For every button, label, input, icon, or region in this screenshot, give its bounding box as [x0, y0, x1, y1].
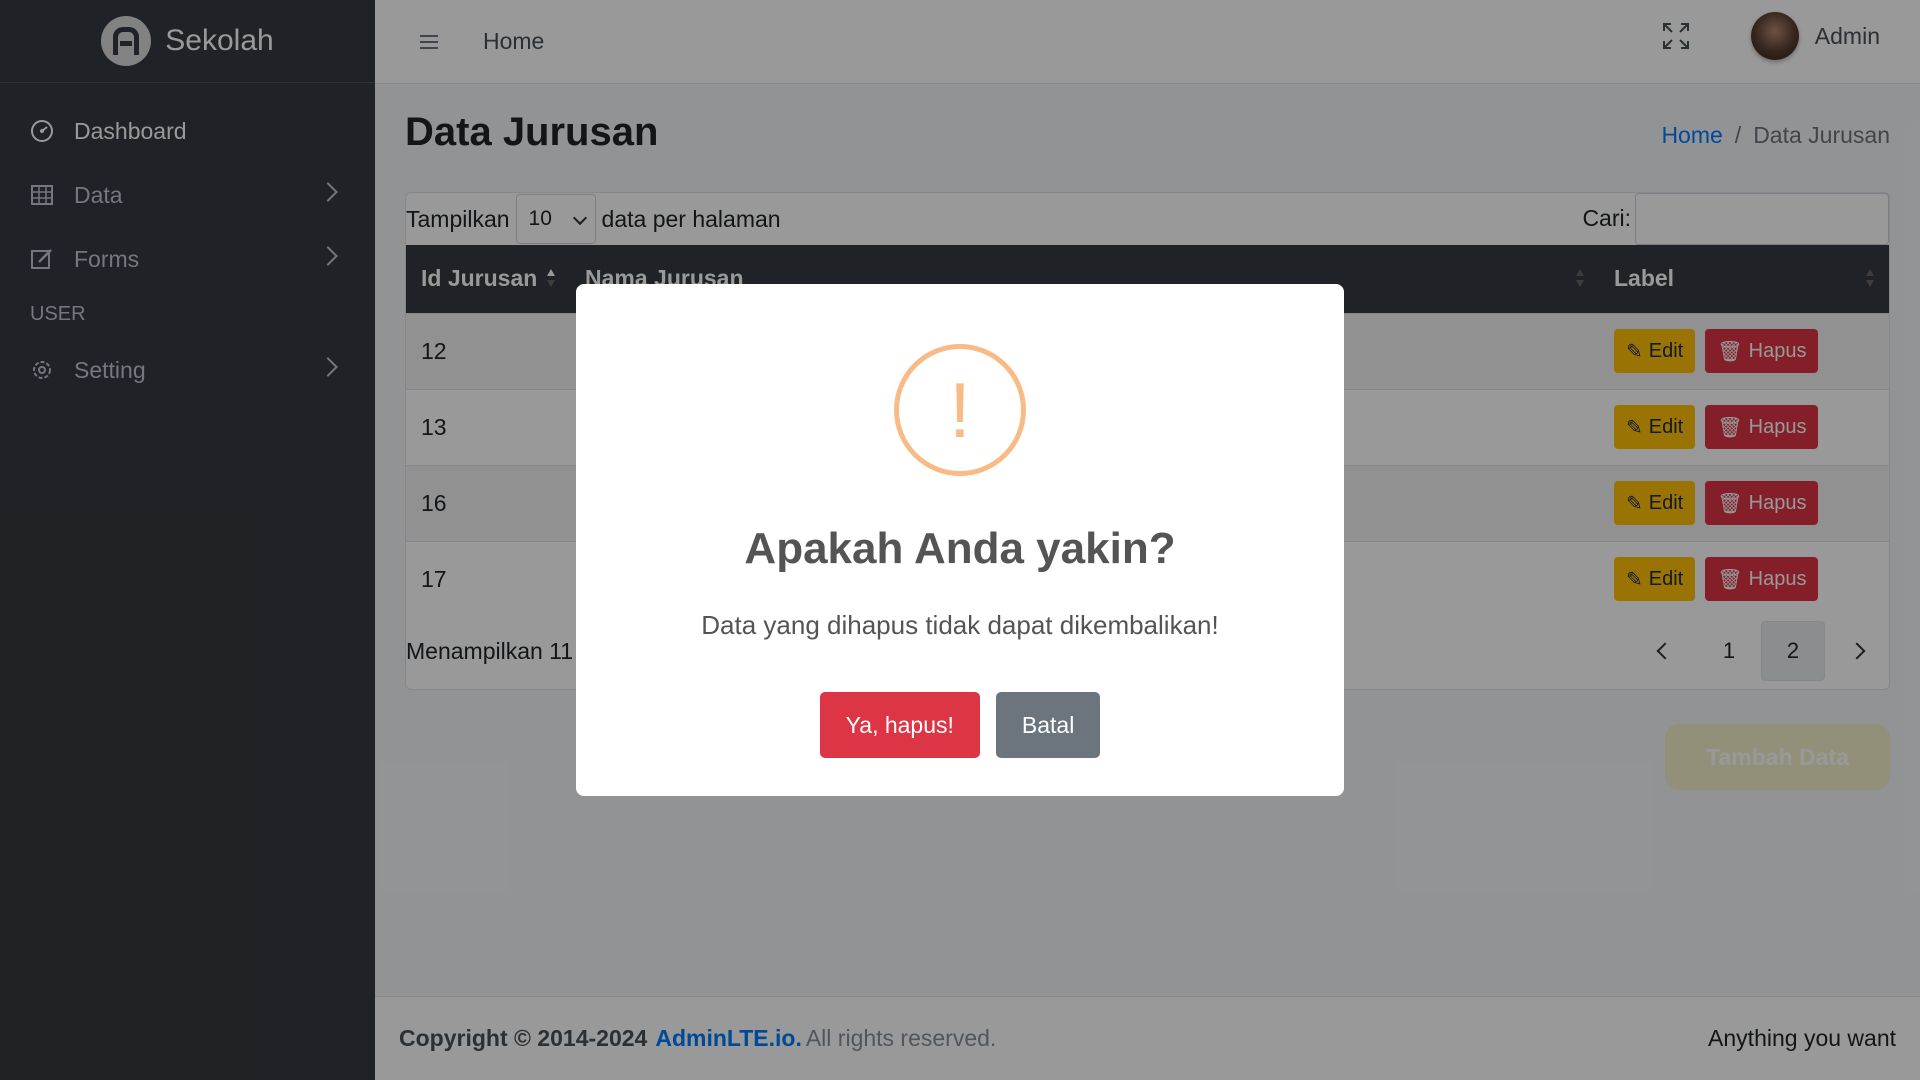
dialog-actions: Ya, hapus! Batal: [576, 692, 1344, 758]
confirm-dialog: ! Apakah Anda yakin? Data yang dihapus t…: [576, 284, 1344, 796]
dialog-title: Apakah Anda yakin?: [744, 524, 1176, 573]
warning-icon: !: [894, 344, 1026, 476]
dialog-message: Data yang dihapus tidak dapat dikembalik…: [701, 610, 1219, 640]
cancel-button[interactable]: Batal: [995, 692, 1101, 758]
modal-backdrop[interactable]: ! Apakah Anda yakin? Data yang dihapus t…: [0, 0, 1920, 1080]
confirm-delete-button[interactable]: Ya, hapus!: [819, 692, 980, 758]
